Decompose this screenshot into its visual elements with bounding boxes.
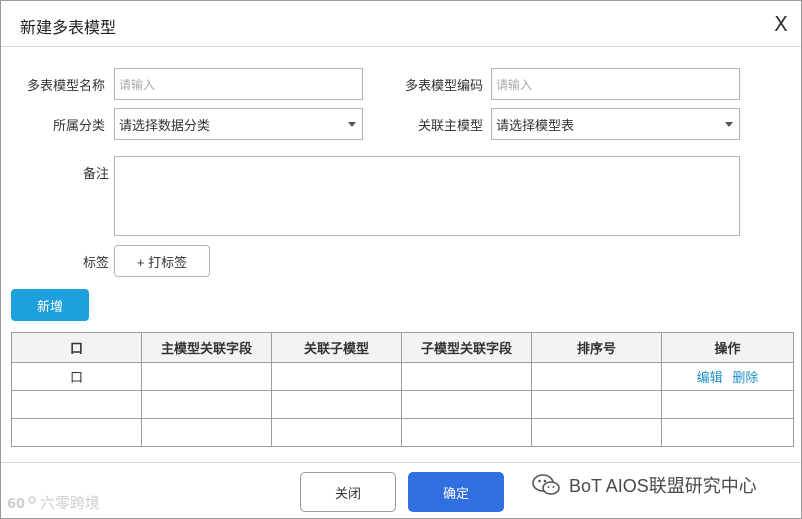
row-checkbox[interactable]	[11, 390, 142, 419]
close-button-label: 关闭	[334, 485, 361, 501]
row-checkbox[interactable]: 口	[11, 362, 142, 391]
cell-main-field[interactable]	[141, 362, 272, 391]
column-header-sub-model: 关联子模型	[271, 332, 402, 363]
new-multi-table-model-dialog: 新建多表模型 X 多表模型名称 请输入 多表模型编码 请输入 所属分类 请选择数…	[0, 0, 802, 519]
model-name-label: 多表模型名称	[26, 78, 105, 93]
column-header-actions: 操作	[661, 332, 794, 363]
main-model-select-value: 请选择模型表	[496, 118, 575, 133]
delete-link[interactable]: 删除	[732, 370, 758, 385]
column-header-main-field: 主模型关联字段	[141, 332, 272, 363]
cell-sort[interactable]	[531, 418, 662, 447]
cell-sort[interactable]	[531, 390, 662, 419]
add-tag-button[interactable]: + 打标签	[114, 245, 210, 277]
row-checkbox[interactable]	[11, 418, 142, 447]
category-select-value: 请选择数据分类	[119, 118, 211, 133]
add-row-button-label: 新增	[36, 298, 63, 314]
main-model-label: 关联主模型	[417, 118, 483, 133]
confirm-button-label: 确定	[442, 485, 469, 501]
cell-sort[interactable]	[531, 362, 662, 391]
category-select[interactable]: 请选择数据分类	[114, 108, 363, 140]
cell-main-field[interactable]	[141, 390, 272, 419]
add-tag-button-label: + 打标签	[136, 254, 188, 270]
tag-label: 标签	[82, 255, 109, 270]
table-row: 口 编辑 删除	[11, 362, 794, 391]
cell-actions	[661, 418, 794, 447]
cell-sub-field[interactable]	[401, 390, 532, 419]
dialog-title: 新建多表模型	[20, 20, 117, 37]
remark-textarea[interactable]	[114, 156, 740, 236]
chevron-down-icon	[348, 122, 356, 127]
table-header-row: 口 主模型关联字段 关联子模型 子模型关联字段 排序号 操作	[11, 332, 794, 363]
remark-label: 备注	[82, 166, 109, 181]
watermark-left: 60 六零跨境	[7, 492, 100, 513]
close-button[interactable]: 关闭	[300, 472, 396, 512]
cell-actions	[661, 390, 794, 419]
svg-text:60: 60	[7, 497, 25, 512]
watermark-right: BoT AIOS联盟研究中心	[531, 472, 757, 498]
table-row	[11, 418, 794, 447]
wechat-icon	[532, 474, 560, 495]
cell-actions: 编辑 删除	[661, 362, 794, 391]
add-row-button[interactable]: 新增	[11, 289, 89, 321]
model-code-label: 多表模型编码	[404, 78, 483, 93]
cell-sub-model[interactable]	[271, 418, 402, 447]
model-code-input[interactable]: 请输入	[491, 68, 740, 100]
table-row	[11, 390, 794, 419]
edit-link[interactable]: 编辑	[697, 370, 723, 385]
cell-sub-model[interactable]	[271, 362, 402, 391]
watermark-right-text: BoT AIOS联盟研究中心	[569, 476, 757, 496]
dialog-header: 新建多表模型 X	[1, 1, 801, 47]
watermark-left-text: 六零跨境	[40, 495, 101, 512]
confirm-button[interactable]: 确定	[408, 472, 504, 512]
cell-sub-model[interactable]	[271, 390, 402, 419]
chevron-down-icon	[725, 122, 733, 127]
cell-main-field[interactable]	[141, 418, 272, 447]
relation-table: 口 主模型关联字段 关联子模型 子模型关联字段 排序号 操作 口 编辑 删除	[11, 332, 794, 447]
cell-sub-field[interactable]	[401, 418, 532, 447]
close-icon[interactable]: X	[771, 13, 791, 35]
column-header-sub-field: 子模型关联字段	[401, 332, 532, 363]
watermark-logo-icon: 60	[7, 495, 36, 512]
category-label: 所属分类	[52, 118, 105, 133]
main-model-select[interactable]: 请选择模型表	[491, 108, 740, 140]
column-header-sort: 排序号	[531, 332, 662, 363]
cell-sub-field[interactable]	[401, 362, 532, 391]
model-name-input[interactable]: 请输入	[114, 68, 363, 100]
select-all-checkbox[interactable]: 口	[11, 332, 142, 363]
